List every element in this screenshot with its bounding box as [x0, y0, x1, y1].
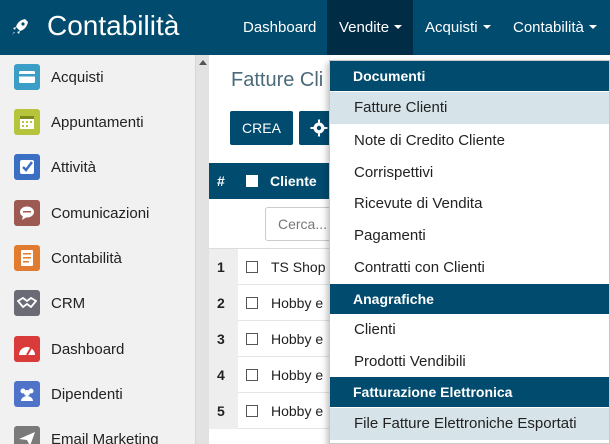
- row-number: 1: [217, 259, 225, 275]
- menu-item-prodotti-vendibili[interactable]: Prodotti Vendibili: [330, 346, 609, 378]
- sidebar-item-label: CRM: [51, 294, 86, 312]
- sidebar-item-acquisti[interactable]: Acquisti: [0, 55, 195, 99]
- nav-contabilita[interactable]: Contabilità: [501, 0, 609, 55]
- scroll-up-arrow-icon[interactable]: [199, 60, 207, 65]
- sidebar-scrollbar[interactable]: [195, 55, 209, 444]
- sidebar-item-email-marketing[interactable]: Email Marketing: [0, 417, 195, 444]
- menu-section-anagrafiche: Anagrafiche: [330, 284, 609, 314]
- sidebar-item-label: Contabilità: [51, 249, 122, 267]
- sidebar-item-attivita[interactable]: Attività: [0, 145, 195, 189]
- nav-label: Vendite: [339, 19, 390, 36]
- menu-item-ricevute-di-vendita[interactable]: Ricevute di Vendita: [330, 188, 609, 220]
- vendite-dropdown-menu: Documenti Fatture Clienti Note di Credit…: [329, 60, 610, 444]
- nav-acquisti[interactable]: Acquisti: [413, 0, 503, 55]
- page-title: Fatture Cli: [231, 69, 324, 91]
- row-number: 2: [217, 295, 225, 311]
- chevron-down-icon: [482, 25, 491, 30]
- column-header-cliente[interactable]: Cliente: [270, 173, 317, 189]
- nav-vendite[interactable]: Vendite: [327, 0, 413, 55]
- speech-bubble-icon: [14, 200, 40, 226]
- menu-item-clienti[interactable]: Clienti: [330, 314, 609, 346]
- paper-plane-icon: [14, 426, 40, 444]
- menu-item-corrispettivi[interactable]: Corrispettivi: [330, 157, 609, 189]
- menu-item-contratti-con-clienti[interactable]: Contratti con Clienti: [330, 252, 609, 284]
- people-icon: [14, 381, 40, 407]
- menu-item-file-fatture-elettroniche-esportati[interactable]: File Fatture Elettroniche Esportati: [330, 408, 609, 440]
- nav-label: Contabilità: [513, 19, 584, 36]
- checkmark-icon: [14, 154, 40, 180]
- nav-label: Dashboard: [243, 19, 317, 36]
- sidebar: Acquisti Appuntamenti Attività Comunicaz…: [0, 55, 195, 444]
- credit-card-icon: [14, 64, 40, 90]
- sidebar-item-label: Email Marketing: [51, 430, 159, 444]
- chevron-down-icon: [394, 25, 403, 30]
- row-cliente: Hobby e: [271, 367, 324, 383]
- calendar-icon: [14, 109, 40, 135]
- row-checkbox[interactable]: [246, 369, 258, 381]
- row-cliente: Hobby e: [271, 331, 324, 347]
- gear-icon: [310, 119, 328, 137]
- select-all-checkbox[interactable]: [246, 175, 258, 187]
- row-cliente: Hobby e: [271, 295, 324, 311]
- sidebar-item-dipendenti[interactable]: Dipendenti: [0, 372, 195, 416]
- sidebar-item-label: Acquisti: [51, 68, 104, 86]
- menu-item-fatture-clienti[interactable]: Fatture Clienti: [330, 92, 609, 124]
- row-checkbox[interactable]: [246, 333, 258, 345]
- sidebar-item-comunicazioni[interactable]: Comunicazioni: [0, 191, 195, 235]
- app-title: Contabilità: [47, 10, 180, 41]
- sidebar-item-label: Comunicazioni: [51, 204, 150, 222]
- sidebar-item-label: Dipendenti: [51, 385, 123, 403]
- chevron-down-icon: [588, 25, 597, 30]
- row-checkbox[interactable]: [246, 297, 258, 309]
- row-number: 4: [217, 367, 225, 383]
- rocket-icon: [12, 19, 28, 35]
- sidebar-item-label: Attività: [51, 158, 97, 176]
- row-cliente: Hobby e: [271, 403, 324, 419]
- nav-label: Acquisti: [425, 19, 478, 36]
- sidebar-item-appuntamenti[interactable]: Appuntamenti: [0, 100, 195, 144]
- search-input[interactable]: Cerca...: [265, 207, 335, 241]
- gauge-icon: [14, 336, 40, 362]
- create-button[interactable]: CREA: [230, 111, 293, 145]
- top-navbar: Contabilità Dashboard Vendite Acquisti C…: [0, 0, 610, 55]
- row-number: 5: [217, 403, 225, 419]
- document-icon: [14, 245, 40, 271]
- row-checkbox[interactable]: [246, 261, 258, 273]
- sidebar-item-contabilita[interactable]: Contabilità: [0, 236, 195, 280]
- menu-item-pagamenti[interactable]: Pagamenti: [330, 220, 609, 252]
- sidebar-item-dashboard[interactable]: Dashboard: [0, 327, 195, 371]
- sidebar-item-label: Dashboard: [51, 340, 125, 358]
- row-number: 3: [217, 331, 225, 347]
- sidebar-item-crm[interactable]: CRM: [0, 281, 195, 325]
- sidebar-item-label: Appuntamenti: [51, 113, 144, 131]
- nav-dashboard[interactable]: Dashboard: [231, 0, 328, 55]
- column-header-number: #: [217, 173, 225, 189]
- handshake-icon: [14, 290, 40, 316]
- menu-item-note-di-credito-cliente[interactable]: Note di Credito Cliente: [330, 125, 609, 157]
- menu-section-documenti: Documenti: [330, 61, 609, 91]
- row-checkbox[interactable]: [246, 405, 258, 417]
- menu-section-fatturazione-elettronica: Fatturazione Elettronica: [330, 377, 609, 407]
